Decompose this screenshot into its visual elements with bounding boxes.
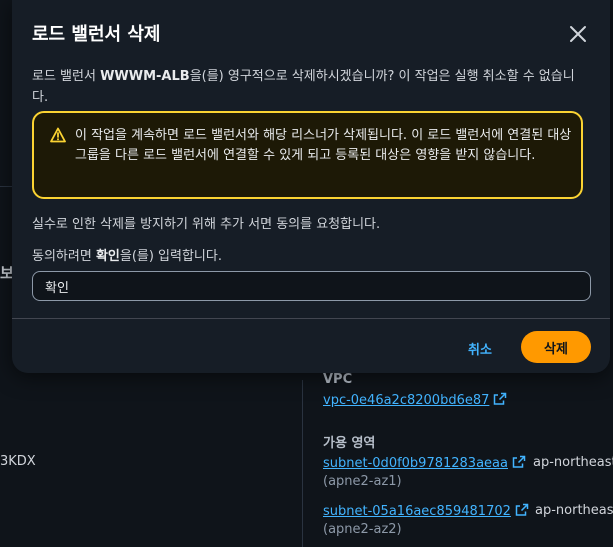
external-link-icon (515, 503, 529, 521)
warning-icon (50, 127, 66, 147)
label-suffix: 을(를) 입력합니다. (119, 249, 222, 264)
subnet-zone: (apne2-az2) (323, 522, 402, 537)
subnet-link[interactable]: subnet-05a16aec859481702 (323, 503, 529, 521)
availability-zone-label: 가용 영역 (323, 436, 376, 451)
close-icon (570, 26, 586, 42)
subnet-link-text[interactable]: subnet-05a16aec859481702 (323, 504, 511, 519)
cancel-button[interactable]: 취소 (460, 333, 500, 363)
column-divider (302, 380, 303, 547)
delete-load-balancer-modal: 로드 밸런서 삭제 로드 밸런서 WWWM-ALB을(를) 영구적으로 삭제하시… (12, 0, 610, 373)
subnet-region: ap-northeast (535, 503, 613, 518)
section-divider (0, 186, 12, 187)
description-prefix: 로드 밸런서 (32, 69, 101, 84)
alert-text: 이 작업을 계속하면 로드 밸런서와 해당 리스너가 삭제됩니다. 이 로드 밸… (75, 128, 572, 163)
external-link-icon (493, 392, 507, 410)
vpc-link-text[interactable]: vpc-0e46a2c8200bd6e87 (323, 393, 489, 408)
subnet-link[interactable]: subnet-0d0f0b9781283aeaa (323, 455, 526, 473)
warning-alert: 이 작업을 계속하면 로드 밸런서와 해당 리스너가 삭제됩니다. 이 로드 밸… (32, 111, 583, 199)
subnet-zone: (apne2-az1) (323, 474, 402, 489)
vpc-label: VPC (323, 372, 353, 387)
load-balancer-name: WWWM-ALB (100, 69, 190, 84)
confirm-input[interactable] (32, 271, 591, 301)
footer-divider (12, 318, 610, 319)
external-link-icon (512, 455, 526, 473)
confirm-field-label: 동의하려면 확인을(를) 입력합니다. (32, 245, 222, 264)
modal-title: 로드 밸런서 삭제 (32, 24, 161, 45)
label-prefix: 동의하려면 (32, 249, 96, 264)
truncated-value: 3KDX (0, 454, 36, 469)
subnet-region: ap-northeast (533, 455, 613, 470)
subnet-link-text[interactable]: subnet-0d0f0b9781283aeaa (323, 456, 508, 471)
close-button[interactable] (564, 20, 592, 48)
modal-description: 로드 밸런서 WWWM-ALB을(를) 영구적으로 삭제하시겠습니까? 이 작업… (32, 66, 584, 108)
vpc-link[interactable]: vpc-0e46a2c8200bd6e87 (323, 392, 507, 410)
confirm-keyword: 확인 (95, 249, 120, 264)
delete-button[interactable]: 삭제 (521, 331, 591, 363)
consent-request-text: 실수로 인한 삭제를 방지하기 위해 추가 서면 동의를 요청합니다. (32, 217, 381, 232)
